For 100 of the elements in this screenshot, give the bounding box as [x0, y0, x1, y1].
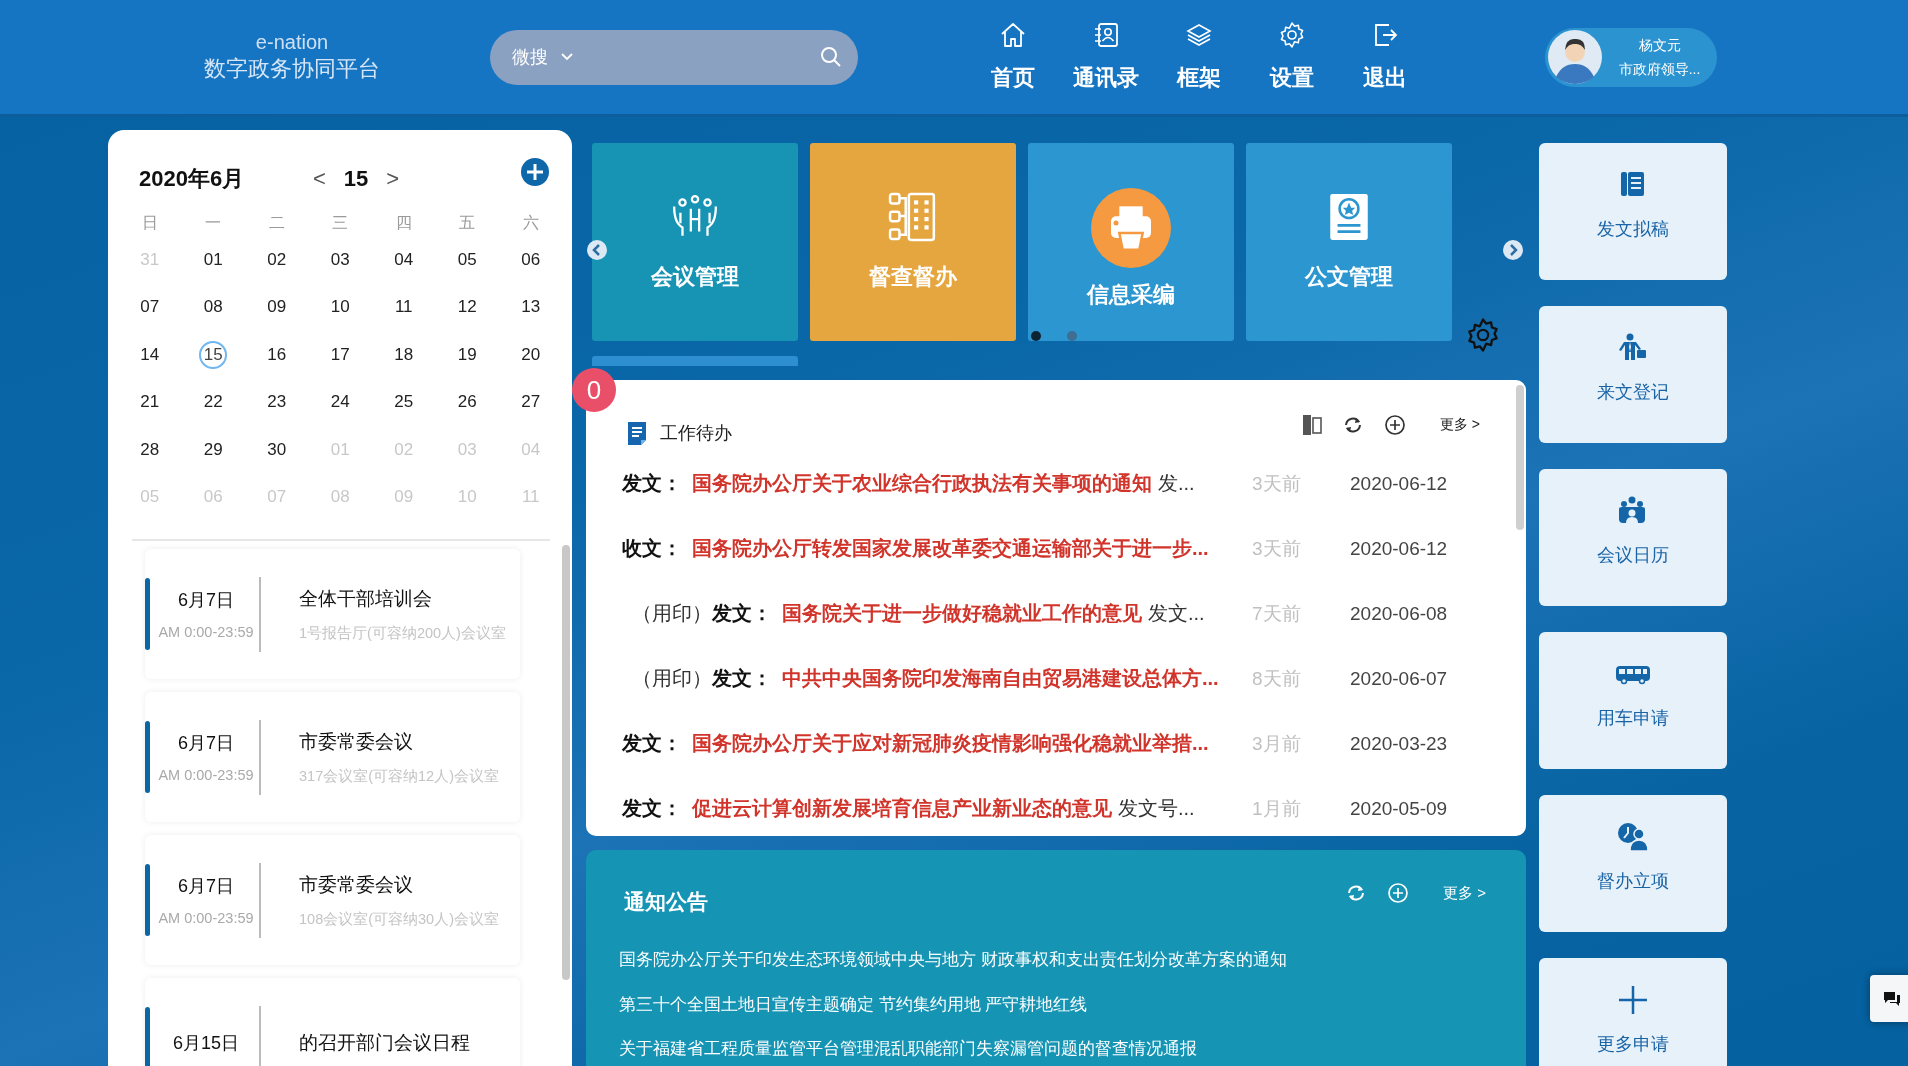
stamp-label: （用印） — [632, 601, 712, 626]
nav-item[interactable]: 框架 — [1152, 21, 1245, 93]
calendar-day[interactable]: 02 — [262, 245, 291, 274]
nav-item[interactable]: 首页 — [966, 21, 1059, 93]
event-time: AM 0:00-23:59 — [158, 910, 254, 926]
columns-icon[interactable] — [1301, 414, 1322, 436]
layers-icon — [1184, 21, 1213, 49]
calendar-day[interactable]: 06 — [516, 245, 545, 274]
calendar-day[interactable]: 19 — [453, 340, 482, 369]
search-icon[interactable] — [820, 46, 842, 68]
nav-item[interactable]: 通讯录 — [1059, 21, 1152, 93]
calendar-day[interactable]: 03 — [326, 245, 355, 274]
document-type: 收文： — [622, 536, 682, 561]
calendar-day[interactable]: 11 — [389, 293, 418, 322]
shortcut-tile[interactable]: 用车申请 — [1539, 632, 1727, 769]
document-title[interactable]: 国务院关于进一步做好稳就业工作的意见 — [782, 600, 1142, 627]
current-day: 15 — [343, 165, 369, 192]
module-tile[interactable]: 会议管理 — [592, 143, 798, 341]
document-title[interactable]: 中共中央国务院印发海南自由贸易港建设总体方... — [782, 665, 1219, 692]
calendar-day[interactable]: 16 — [262, 340, 291, 369]
calendar-day[interactable]: 29 — [199, 435, 228, 464]
notice-link[interactable]: 国务院办公厅关于印发生态环境领域中央与地方 财政事权和支出责任划分改革方案的通知 — [619, 938, 1287, 983]
document-title[interactable]: 国务院办公厅转发国家发展改革委交通运输部关于进一步... — [692, 535, 1209, 562]
shortcut-tile[interactable]: 更多申请 — [1539, 958, 1727, 1066]
calendar-day[interactable]: 27 — [516, 388, 545, 417]
document-type: 发文： — [622, 731, 682, 756]
document-title[interactable]: 国务院办公厅关于应对新冠肺炎疫情影响强化稳就业举措... — [692, 730, 1209, 757]
event-title: 市委常委会议 — [299, 729, 414, 754]
module-tile[interactable]: 信息采编 — [1028, 143, 1234, 341]
event-date: 6月7日 — [178, 732, 234, 755]
calendar-day[interactable]: 25 — [389, 388, 418, 417]
calendar-day[interactable]: 21 — [135, 388, 164, 417]
logo-title: 数字政务协同平台 — [204, 55, 380, 83]
previous-day-button[interactable]: < — [313, 165, 326, 192]
event-card[interactable]: 6月15日 的召开部门会议日程 — [145, 978, 520, 1066]
document-date: 2020-06-12 — [1350, 537, 1448, 560]
calendar-day[interactable]: 17 — [326, 340, 355, 369]
flowchart-icon — [888, 192, 938, 242]
nav-item[interactable]: 退出 — [1338, 21, 1431, 93]
calendar-day[interactable]: 12 — [453, 293, 482, 322]
weekday-label: 五 — [459, 212, 476, 233]
more-link[interactable]: 更多 > — [1439, 416, 1480, 434]
calendar-day[interactable]: 24 — [326, 388, 355, 417]
carousel-next-icon[interactable] — [1503, 240, 1523, 260]
next-day-button[interactable]: > — [386, 165, 400, 192]
carousel-prev-icon[interactable] — [587, 240, 607, 260]
user-profile[interactable]: 杨文元 市政府领导... — [1545, 27, 1717, 87]
notice-link[interactable]: 关于福建省工程质量监管平台管理混乱职能部门失察漏管问题的督查情况通报 — [619, 1027, 1197, 1066]
calendar-day[interactable]: 28 — [135, 435, 164, 464]
calendar-day[interactable]: 01 — [199, 245, 228, 274]
calendar-day[interactable]: 22 — [199, 388, 228, 417]
nav-item[interactable]: 设置 — [1245, 21, 1338, 93]
document-date: 2020-06-07 — [1350, 667, 1448, 690]
calendar-day[interactable]: 10 — [326, 293, 355, 322]
settings-icon[interactable] — [1465, 317, 1501, 353]
user-role: 市政府领导... — [1618, 61, 1701, 77]
calendar-day[interactable]: 14 — [135, 340, 164, 369]
calendar-day[interactable]: 15 — [199, 340, 228, 369]
document-icon — [626, 420, 648, 446]
calendar-day[interactable]: 09 — [262, 293, 291, 322]
shortcut-tile[interactable]: 发文拟稿 — [1539, 143, 1727, 280]
shortcut-tile[interactable]: 来文登记 — [1539, 306, 1727, 443]
calendar-day[interactable]: 04 — [389, 245, 418, 274]
scrollbar[interactable] — [562, 545, 570, 980]
page-dot[interactable] — [1031, 331, 1041, 341]
elapsed-time: 1月前 — [1252, 796, 1302, 821]
module-tile[interactable]: 公文管理 — [1246, 143, 1452, 341]
count-badge: 0 — [572, 368, 616, 412]
document-date: 2020-06-08 — [1350, 602, 1448, 625]
logo-subtitle: e-nation — [255, 30, 329, 54]
calendar-day[interactable]: 26 — [453, 388, 482, 417]
month-title: 2020年6月 — [139, 164, 246, 193]
weekday-label: 三 — [332, 212, 349, 233]
document-title[interactable]: 促进云计算创新发展培育信息产业新业态的意见 — [692, 795, 1112, 822]
page-dot[interactable] — [1067, 331, 1077, 341]
document-number: 发文... — [1148, 601, 1205, 626]
calendar-day[interactable]: 18 — [389, 340, 418, 369]
calendar-day[interactable]: 13 — [516, 293, 545, 322]
document-date: 2020-03-23 — [1350, 732, 1448, 755]
add-event-icon[interactable] — [520, 156, 550, 187]
shortcut-tile[interactable]: 督办立项 — [1539, 795, 1727, 932]
calendar-day[interactable]: 23 — [262, 388, 291, 417]
add-icon[interactable] — [1383, 414, 1406, 436]
calendar-day[interactable]: 20 — [516, 340, 545, 369]
avatar-icon — [1548, 30, 1602, 84]
weekday-label: 一 — [205, 212, 222, 233]
document-type: 发文： — [712, 666, 772, 691]
scrollbar[interactable] — [1516, 385, 1524, 530]
document-title[interactable]: 国务院办公厅关于农业综合行政执法有关事项的通知 — [692, 470, 1152, 497]
calendar-day[interactable]: 08 — [199, 293, 228, 322]
chat-button[interactable] — [1870, 975, 1908, 1022]
event-title: 的召开部门会议日程 — [299, 1031, 470, 1055]
calendar-day[interactable]: 07 — [135, 293, 164, 322]
document-date: 2020-06-12 — [1350, 472, 1448, 495]
shortcut-tile[interactable]: 会议日历 — [1539, 469, 1727, 606]
document-date: 2020-05-09 — [1350, 797, 1448, 820]
more-link[interactable]: 更多 > — [1443, 883, 1486, 903]
calendar-day[interactable]: 30 — [262, 435, 291, 464]
notice-link[interactable]: 第三十个全国土地日宣传主题确定 节约集约用地 严守耕地红线 — [619, 982, 1088, 1027]
calendar-day[interactable]: 05 — [453, 245, 482, 274]
